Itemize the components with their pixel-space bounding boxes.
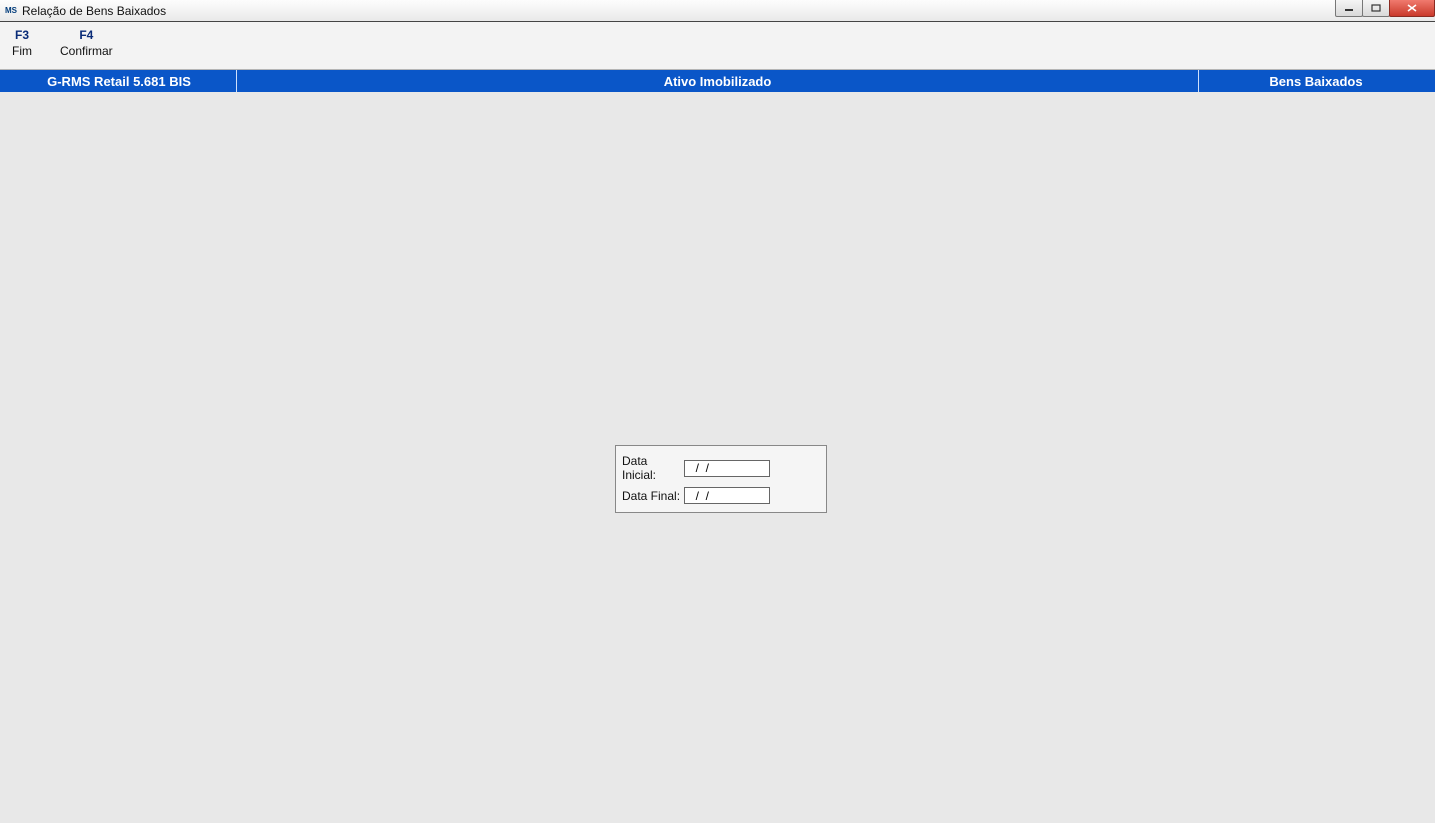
menu-item-confirmar[interactable]: F4 Confirmar [54,26,119,60]
menu-bar: F3 Fim F4 Confirmar [0,22,1435,70]
window-title: Relação de Bens Baixados [22,4,166,18]
form-row-data-inicial: Data Inicial: [622,454,818,482]
minimize-icon [1344,4,1354,12]
maximize-button[interactable] [1362,0,1390,17]
maximize-icon [1371,4,1381,12]
title-bar: MS Relação de Bens Baixados [0,0,1435,22]
minimize-button[interactable] [1335,0,1363,17]
menu-fkey: F3 [15,28,29,42]
content-area: Data Inicial: Data Final: [0,92,1435,823]
data-inicial-input[interactable] [684,460,770,477]
close-button[interactable] [1389,0,1435,17]
menu-label: Confirmar [60,44,113,58]
close-icon [1406,4,1418,12]
window-controls [1336,0,1435,18]
section-header: G-RMS Retail 5.681 BIS Ativo Imobilizado… [0,70,1435,92]
data-final-label: Data Final: [622,489,684,503]
header-left: G-RMS Retail 5.681 BIS [2,70,237,92]
menu-fkey: F4 [79,28,93,42]
header-right: Bens Baixados [1198,70,1433,92]
form-row-data-final: Data Final: [622,487,818,504]
header-center: Ativo Imobilizado [237,74,1198,89]
menu-item-fim[interactable]: F3 Fim [6,26,38,60]
date-range-form: Data Inicial: Data Final: [615,445,827,513]
app-icon: MS [4,4,18,18]
menu-label: Fim [12,44,32,58]
data-final-input[interactable] [684,487,770,504]
data-inicial-label: Data Inicial: [622,454,684,482]
